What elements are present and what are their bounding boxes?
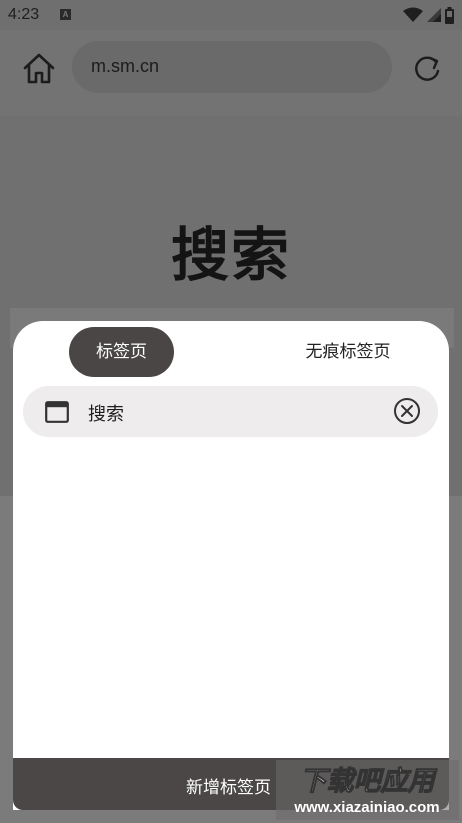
url-bar[interactable]: m.sm.cn [72, 41, 392, 93]
watermark-url: www.xiazainiao.com [293, 799, 439, 816]
status-icons [403, 6, 454, 24]
browser-window-icon [45, 401, 69, 423]
tab-normal-tabs[interactable]: 标签页 [69, 327, 174, 377]
notification-app-icon: A [60, 9, 71, 20]
open-tab-title: 搜索 [88, 404, 124, 425]
page-logo-title: 搜索 [170, 221, 291, 289]
tab-switcher-sheet: 标签页 无痕标签页 搜索 新增标签页 [13, 321, 449, 810]
refresh-button[interactable] [410, 52, 444, 86]
new-tab-label: 新增标签页 [186, 778, 271, 798]
watermark-logo: 下载吧应用 www.xiazainiao.com [276, 760, 459, 820]
close-circle-icon [394, 398, 420, 424]
watermark-title: 下载吧应用 [300, 766, 438, 797]
home-button[interactable] [20, 50, 58, 88]
screen: 4:23 A m.sm.cn 搜索 标签页 无痕标签页 搜索 新增标签页 下载吧… [0, 0, 462, 823]
status-bar: 4:23 A [0, 0, 462, 30]
home-icon [23, 53, 55, 84]
wifi-icon [403, 7, 423, 22]
battery-icon [445, 6, 454, 24]
tab-type-selector: 标签页 无痕标签页 [13, 327, 449, 377]
refresh-icon [415, 56, 440, 81]
url-text: m.sm.cn [91, 56, 160, 76]
browser-toolbar: m.sm.cn [0, 30, 462, 116]
tab-incognito-tabs[interactable]: 无痕标签页 [273, 327, 423, 377]
status-time: 4:23 [8, 6, 40, 23]
close-tab-button[interactable] [393, 397, 421, 425]
open-tab-item[interactable]: 搜索 [23, 386, 438, 437]
cellular-signal-icon [427, 8, 441, 22]
